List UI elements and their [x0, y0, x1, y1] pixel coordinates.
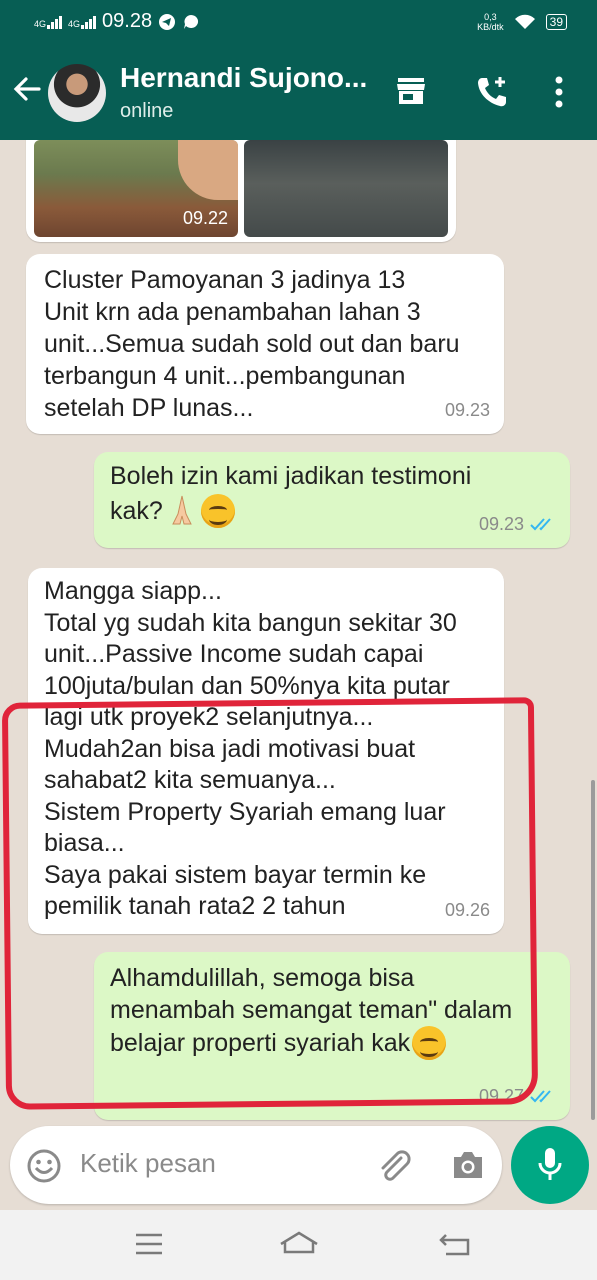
message-time: 09.26	[444, 900, 490, 920]
image-message[interactable]: 09.22	[26, 140, 456, 242]
home-icon[interactable]	[278, 1230, 320, 1258]
recent-apps-icon[interactable]	[134, 1232, 164, 1256]
message-text: Alhamdulillah, semoga bisa menambah sema…	[110, 962, 560, 1060]
read-ticks-icon	[530, 1090, 551, 1103]
message-time-row: 09.23	[479, 508, 556, 540]
message-time: 09.22	[182, 208, 228, 228]
incoming-message[interactable]: Cluster Pamoyanan 3 jadinya 13 Unit krn …	[26, 254, 504, 434]
shop-icon[interactable]	[394, 74, 428, 108]
back-nav-icon[interactable]	[438, 1232, 472, 1258]
signal-icon-2: 4G	[68, 15, 97, 29]
contact-status: online	[120, 100, 174, 122]
outgoing-message[interactable]: Boleh izin kami jadikan testimoni kak? 0…	[94, 452, 570, 548]
message-time: 09.27	[478, 1086, 524, 1106]
net-speed: 0,3 KB/dtk	[477, 12, 504, 32]
folded-hands-emoji-icon	[172, 495, 192, 525]
chat-notification-icon	[184, 14, 199, 29]
status-bar: 4G 4G 09.28 0,3 KB/dtk 39	[0, 0, 597, 48]
camera-icon[interactable]	[450, 1148, 486, 1182]
message-time-row: 09.27	[479, 1080, 556, 1112]
chat-header: Hernandi Sujono... online	[0, 48, 597, 140]
smiling-face-emoji-icon	[200, 494, 235, 528]
scrollbar[interactable]	[591, 780, 595, 1120]
battery-icon: 39	[545, 14, 567, 30]
add-call-icon[interactable]	[474, 74, 510, 110]
mic-button[interactable]	[511, 1126, 589, 1204]
outgoing-message[interactable]: Alhamdulillah, semoga bisa menambah sema…	[94, 952, 570, 1120]
chat-area[interactable]: 09.22 Cluster Pamoyanan 3 jadinya 13 Uni…	[0, 140, 597, 1140]
back-arrow-icon[interactable]	[12, 74, 42, 104]
more-vert-icon[interactable]	[552, 74, 566, 110]
read-ticks-icon	[530, 518, 551, 531]
status-right: 0,3 KB/dtk 39	[477, 12, 567, 32]
message-time: 09.23	[478, 514, 524, 534]
message-input[interactable]: Ketik pesan	[80, 1148, 216, 1179]
contact-name[interactable]: Hernandi Sujono...	[120, 62, 367, 94]
attach-icon[interactable]	[374, 1146, 414, 1186]
network-type-1: 4G	[34, 18, 47, 29]
network-type-2: 4G	[68, 18, 81, 29]
signal-icon: 4G	[34, 15, 63, 29]
status-left: 4G 4G 09.28	[34, 10, 200, 33]
wifi-icon	[514, 14, 535, 29]
system-nav-bar	[0, 1210, 597, 1280]
message-input-bar[interactable]: Ketik pesan	[10, 1126, 502, 1204]
clock: 09.28	[102, 10, 153, 32]
telegram-icon	[159, 13, 176, 30]
message-time: 09.23	[444, 400, 490, 420]
photo-2[interactable]	[244, 140, 448, 237]
message-text: Cluster Pamoyanan 3 jadinya 13 Unit krn …	[44, 266, 460, 422]
message-text: Mangga siapp... Total yg sudah kita bang…	[44, 577, 457, 920]
smiling-face-emoji-icon	[412, 1026, 447, 1060]
mic-icon	[538, 1148, 562, 1180]
emoji-icon[interactable]	[26, 1148, 62, 1184]
incoming-message-highlighted[interactable]: Mangga siapp... Total yg sudah kita bang…	[28, 568, 504, 934]
photo-person-face	[178, 140, 238, 200]
avatar[interactable]	[48, 64, 106, 122]
